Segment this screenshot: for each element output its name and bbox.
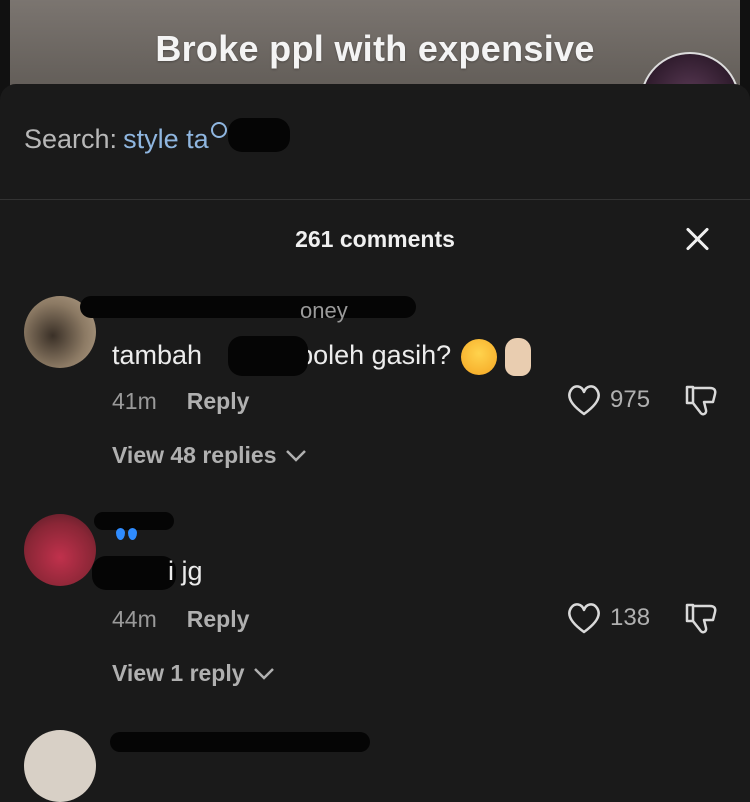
search-term[interactable]: style ta — [123, 124, 209, 154]
redaction-scribble — [92, 556, 176, 590]
view-replies-label: View 48 replies — [112, 442, 277, 468]
redaction-scribble — [228, 118, 290, 152]
chevron-down-icon — [253, 667, 274, 680]
chevron-down-icon — [285, 449, 306, 462]
comment-time: 41m — [112, 388, 157, 414]
comment-text-part: tambah — [112, 340, 203, 371]
dislike-icon[interactable] — [684, 384, 720, 418]
heart-icon — [566, 602, 602, 634]
like-button[interactable]: 138 — [566, 602, 650, 634]
search-prefix: Search: — [24, 124, 118, 154]
reply-button[interactable]: Reply — [187, 388, 250, 414]
comment-meta: 44m Reply — [112, 606, 249, 633]
heart-icon — [566, 384, 602, 416]
crying-emoji-icon — [461, 339, 498, 375]
view-replies-button[interactable]: View 48 replies — [112, 442, 307, 469]
like-count: 975 — [610, 386, 651, 413]
avatar[interactable] — [24, 514, 96, 586]
droplets-emoji-icon — [112, 528, 142, 542]
comment-meta: 41m Reply — [112, 388, 249, 415]
view-replies-label: View 1 reply — [112, 660, 245, 686]
search-suggestion[interactable]: Search: style ta — [24, 122, 227, 155]
comment-text-part: i jg — [168, 556, 203, 586]
comment-text: tambah boleh gasih? — [112, 338, 532, 376]
video-caption: Broke ppl with expensive — [155, 28, 595, 69]
avatar[interactable] — [24, 730, 96, 802]
victory-hand-emoji-icon — [505, 338, 532, 376]
comment-text: i jg — [168, 556, 203, 587]
redaction-scribble — [110, 732, 370, 752]
comment-time: 44m — [112, 606, 157, 632]
comments-count-title: 261 comments — [295, 226, 455, 252]
redaction-scribble — [80, 296, 416, 318]
close-icon[interactable] — [682, 224, 714, 256]
like-button[interactable]: 975 — [566, 384, 650, 416]
comment-username[interactable]: oney — [300, 298, 348, 324]
comments-sheet: Search: style ta 261 comments oney tambah… — [0, 84, 750, 802]
reply-button[interactable]: Reply — [187, 606, 250, 632]
comment-text-part: boleh gasih? — [298, 340, 452, 371]
search-icon — [210, 122, 227, 138]
comment-username[interactable] — [112, 522, 142, 548]
dislike-icon[interactable] — [684, 602, 720, 636]
divider — [0, 199, 750, 200]
view-replies-button[interactable]: View 1 reply — [112, 660, 275, 687]
like-count: 138 — [610, 604, 651, 631]
redaction-scribble — [228, 336, 308, 376]
